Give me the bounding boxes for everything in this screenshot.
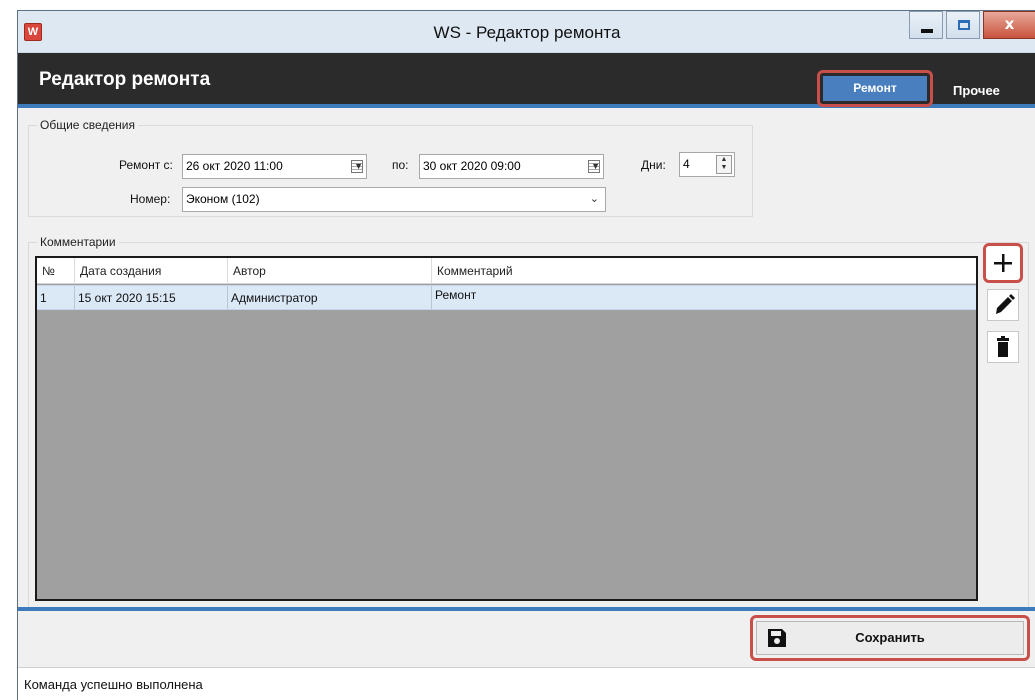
title-bar: W WS - Редактор ремонта x <box>18 11 1035 53</box>
general-info-group: Общие сведения Ремонт с: 26 окт 2020 11:… <box>28 118 753 217</box>
table-header: № Дата создания Автор Комментарий <box>37 258 976 284</box>
table-row[interactable]: 1 15 окт 2020 15:15 Администратор Ремонт <box>37 285 976 310</box>
cell-number: 1 <box>37 286 75 309</box>
save-button-label: Сохранить <box>855 630 925 645</box>
close-button[interactable]: x <box>983 11 1035 39</box>
days-value: 4 <box>683 157 690 171</box>
room-value: Эконом (102) <box>186 192 260 206</box>
column-header-author[interactable]: Автор <box>228 258 432 284</box>
close-icon: x <box>1004 15 1015 33</box>
column-header-number[interactable]: № <box>37 258 75 284</box>
add-comment-button[interactable] <box>983 243 1023 283</box>
maximize-icon <box>958 20 970 30</box>
days-label: Дни: <box>641 158 666 172</box>
maximize-button[interactable] <box>946 11 980 39</box>
minimize-button[interactable] <box>909 11 943 39</box>
trash-icon <box>997 336 1009 357</box>
save-button[interactable]: Сохранить <box>750 615 1030 661</box>
spin-arrows-icon[interactable]: ▲ ▼ <box>716 155 732 174</box>
comments-legend: Комментарии <box>37 235 119 249</box>
repair-from-value: 26 окт 2020 11:00 <box>186 159 283 173</box>
tab-repair[interactable]: Ремонт <box>817 70 933 107</box>
comments-table[interactable]: № Дата создания Автор Комментарий 1 15 о… <box>35 256 978 601</box>
status-message: Команда успешно выполнена <box>24 677 203 692</box>
add-button-face <box>988 248 1018 278</box>
repair-to-value: 30 окт 2020 09:00 <box>423 159 521 173</box>
column-header-created[interactable]: Дата создания <box>75 258 228 284</box>
cell-created: 15 окт 2020 15:15 <box>75 286 228 309</box>
save-button-face: Сохранить <box>756 621 1024 655</box>
repair-editor-window: W WS - Редактор ремонта x Редактор ремон… <box>17 10 1035 700</box>
column-header-comment[interactable]: Комментарий <box>432 258 976 284</box>
status-bar: Команда успешно выполнена <box>18 667 1035 700</box>
minimize-icon <box>921 29 933 33</box>
pencil-icon <box>996 294 1015 314</box>
days-stepper[interactable]: 4 ▲ ▼ <box>679 152 735 177</box>
edit-comment-button[interactable] <box>987 289 1019 321</box>
cell-author: Администратор <box>228 286 432 309</box>
room-label: Номер: <box>130 192 171 206</box>
page-title: Редактор ремонта <box>39 69 211 90</box>
chevron-down-icon: ▼ <box>354 161 363 171</box>
comments-group: Комментарии № Дата создания Автор Коммен… <box>28 235 1029 613</box>
tab-other[interactable]: Прочее <box>953 83 1000 98</box>
repair-from-datetime[interactable]: 26 окт 2020 11:00 ▼ <box>182 154 367 179</box>
chevron-down-icon: ⌄ <box>589 193 599 205</box>
plus-icon <box>994 254 1012 272</box>
tab-repair-label: Ремонт <box>823 76 927 101</box>
room-select[interactable]: Эконом (102) ⌄ <box>182 187 606 212</box>
cell-comment: Ремонт <box>435 288 477 302</box>
repair-from-label: Ремонт с: <box>119 158 173 172</box>
chevron-down-icon: ▼ <box>591 161 600 171</box>
editor-header: Редактор ремонта Ремонт Прочее <box>18 53 1035 108</box>
window-title: WS - Редактор ремонта <box>433 23 621 42</box>
repair-to-datetime[interactable]: 30 окт 2020 09:00 ▼ <box>419 154 604 179</box>
repair-to-label: по: <box>392 158 409 172</box>
general-info-legend: Общие сведения <box>37 118 138 132</box>
delete-comment-button[interactable] <box>987 331 1019 363</box>
